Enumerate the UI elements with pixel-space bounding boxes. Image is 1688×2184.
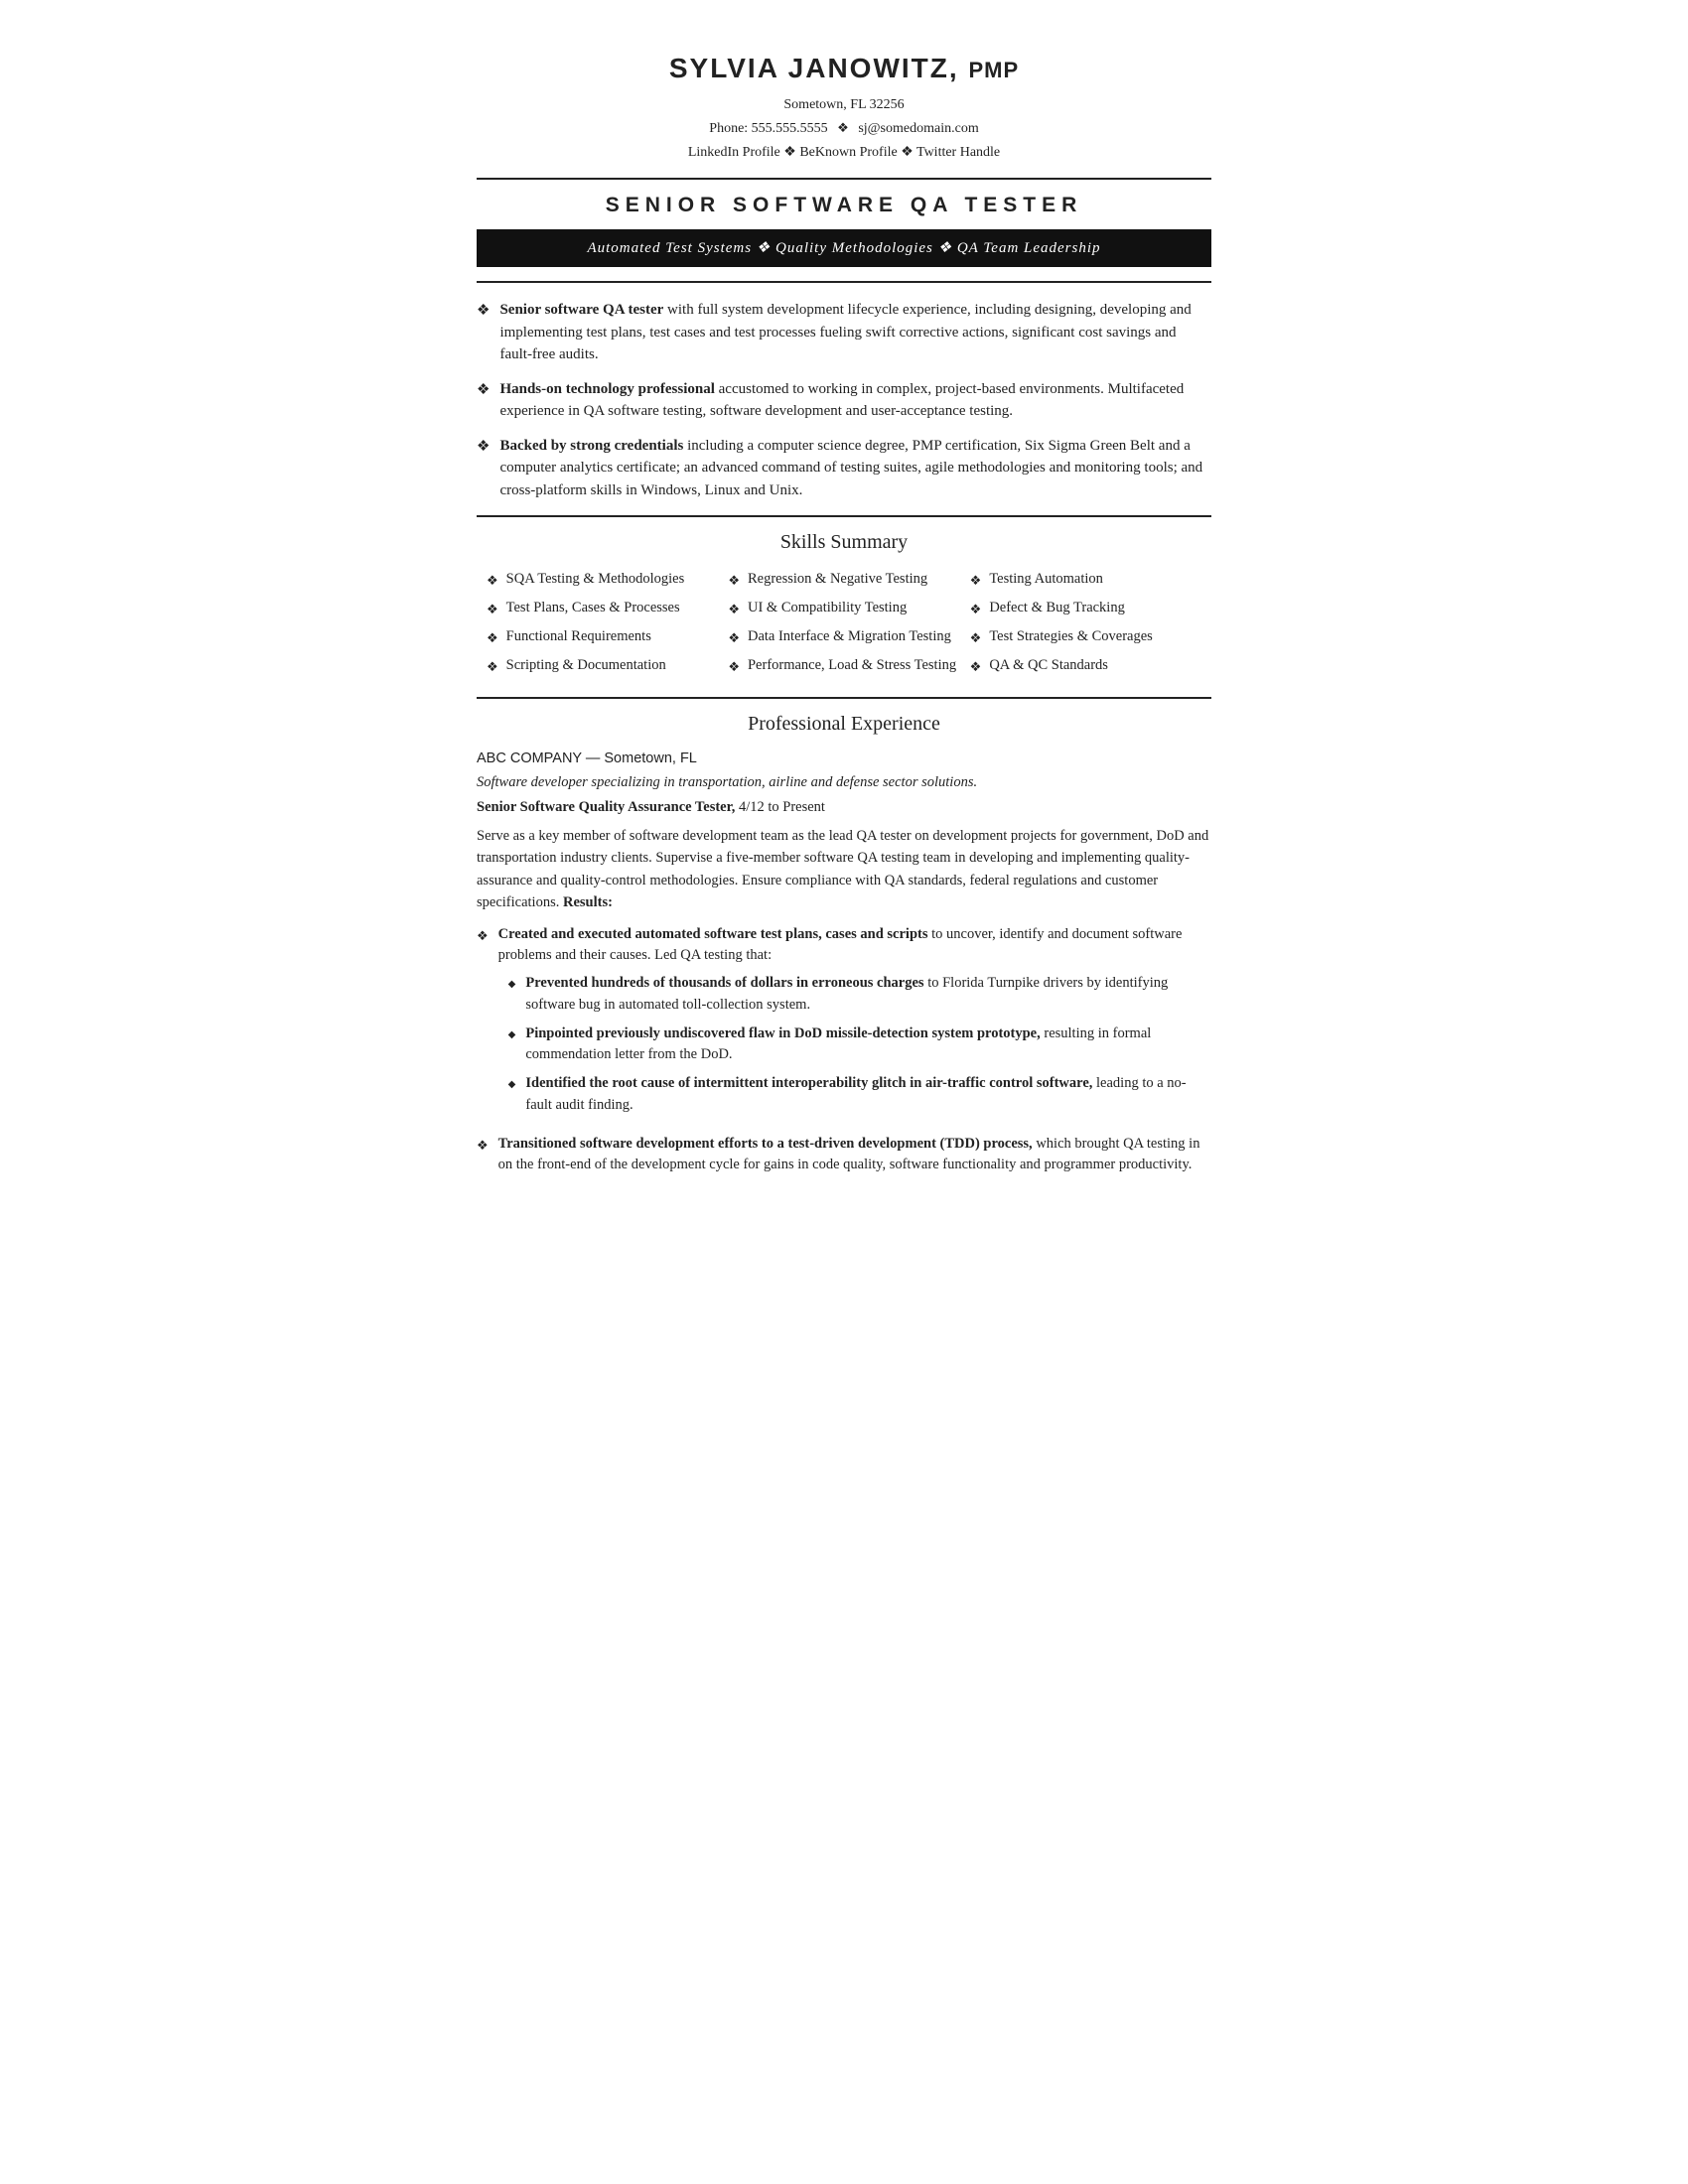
exp-bullet-1-bold: Created and executed automated software … <box>498 926 928 942</box>
skill-item-1-1: ❖SQA Testing & Methodologies <box>487 569 718 591</box>
skill-item-1-4: ❖Scripting & Documentation <box>487 655 718 677</box>
company-name: ABC COMPANY — Sometown, FL <box>477 749 1211 770</box>
skill-item-2-4: ❖Performance, Load & Stress Testing <box>728 655 959 677</box>
skill-item-1-3: ❖Functional Requirements <box>487 626 718 648</box>
diamond-icon: ❖ <box>487 571 498 591</box>
header-name: SYLVIA JANOWITZ, PMP <box>477 48 1211 89</box>
summary-item-3: ❖ Backed by strong credentials including… <box>477 435 1211 502</box>
header-links: LinkedIn Profile ❖ BeKnown Profile ❖ Twi… <box>477 141 1211 165</box>
sub-bullets: ◆ Prevented hundreds of thousands of dol… <box>508 973 1211 1117</box>
diamond-icon: ❖ <box>728 600 740 619</box>
sub-diamond-icon: ◆ <box>508 1077 516 1092</box>
summary-bold-3: Backed by strong credentials <box>499 438 683 454</box>
exp-bullet-1: ❖ Created and executed automated softwar… <box>477 924 1211 1124</box>
skill-item-2-2: ❖UI & Compatibility Testing <box>728 598 959 619</box>
main-title: SENIOR SOFTWARE QA TESTER <box>477 190 1211 221</box>
exp-rule-top <box>477 697 1211 699</box>
sub-bold-1: Prevented hundreds of thousands of dolla… <box>525 975 923 991</box>
summary-item-2: ❖ Hands-on technology professional accus… <box>477 378 1211 423</box>
skills-rule-top <box>477 515 1211 517</box>
sub-bullet-2: ◆ Pinpointed previously undiscovered fla… <box>508 1024 1211 1067</box>
summary-section: ❖ Senior software QA tester with full sy… <box>477 299 1211 501</box>
skills-title: Skills Summary <box>477 527 1211 557</box>
diamond-icon-1: ❖ <box>477 300 490 323</box>
diamond-icon: ❖ <box>487 600 498 619</box>
resume-header: SYLVIA JANOWITZ, PMP Sometown, FL 32256 … <box>477 48 1211 164</box>
job-date: 4/12 to Present <box>735 799 825 815</box>
exp-bullet-2-bold: Transitioned software development effort… <box>498 1136 1033 1152</box>
skill-item-3-2: ❖Defect & Bug Tracking <box>970 598 1201 619</box>
skills-col-1: ❖SQA Testing & Methodologies ❖Test Plans… <box>487 569 718 683</box>
skills-section: Skills Summary ❖SQA Testing & Methodolog… <box>477 527 1211 683</box>
diamond-icon: ❖ <box>477 926 489 946</box>
section-title-block: SENIOR SOFTWARE QA TESTER <box>477 190 1211 221</box>
experience-bullets: ❖ Created and executed automated softwar… <box>477 924 1211 1177</box>
results-label: Results: <box>563 894 613 910</box>
diamond-icon: ❖ <box>728 628 740 648</box>
sub-diamond-icon: ◆ <box>508 977 516 992</box>
diamond-icon: ❖ <box>487 657 498 677</box>
header-address: Sometown, FL 32256 <box>477 93 1211 117</box>
summary-item-1: ❖ Senior software QA tester with full sy… <box>477 299 1211 366</box>
diamond-icon-3: ❖ <box>477 436 490 459</box>
summary-bold-1: Senior software QA tester <box>499 302 663 318</box>
skill-item-2-1: ❖Regression & Negative Testing <box>728 569 959 591</box>
sub-bold-2: Pinpointed previously undiscovered flaw … <box>525 1025 1040 1041</box>
diamond-icon: ❖ <box>970 628 982 648</box>
sub-bold-3: Identified the root cause of intermitten… <box>525 1075 1092 1091</box>
skills-grid: ❖SQA Testing & Methodologies ❖Test Plans… <box>477 569 1211 683</box>
job-title: Senior Software Quality Assurance Tester… <box>477 799 735 815</box>
summary-rule-top <box>477 281 1211 283</box>
header-rule-top <box>477 178 1211 180</box>
skill-item-3-3: ❖Test Strategies & Coverages <box>970 626 1201 648</box>
summary-bold-2: Hands-on technology professional <box>499 381 714 397</box>
diamond-icon: ❖ <box>487 628 498 648</box>
exp-title: Professional Experience <box>477 709 1211 739</box>
title-banner: Automated Test Systems ❖ Quality Methodo… <box>477 229 1211 268</box>
diamond-icon: ❖ <box>728 657 740 677</box>
header-contact: Sometown, FL 32256 Phone: 555.555.5555 ❖… <box>477 93 1211 164</box>
sub-diamond-icon: ◆ <box>508 1027 516 1042</box>
skill-item-3-4: ❖QA & QC Standards <box>970 655 1201 677</box>
diamond-icon: ❖ <box>477 1136 489 1156</box>
sub-bullet-1: ◆ Prevented hundreds of thousands of dol… <box>508 973 1211 1017</box>
skill-item-3-1: ❖Testing Automation <box>970 569 1201 591</box>
header-phone-line: Phone: 555.555.5555 ❖ sj@somedomain.com <box>477 117 1211 141</box>
diamond-icon-2: ❖ <box>477 379 490 402</box>
job-title-line: Senior Software Quality Assurance Tester… <box>477 797 1211 819</box>
diamond-icon: ❖ <box>970 600 982 619</box>
skill-item-1-2: ❖Test Plans, Cases & Processes <box>487 598 718 619</box>
exp-bullet-2: ❖ Transitioned software development effo… <box>477 1134 1211 1177</box>
diamond-icon: ❖ <box>970 571 982 591</box>
job-description: Serve as a key member of software develo… <box>477 825 1211 914</box>
diamond-icon: ❖ <box>728 571 740 591</box>
company-desc: Software developer specializing in trans… <box>477 772 1211 794</box>
diamond-icon: ❖ <box>970 657 982 677</box>
skill-item-2-3: ❖Data Interface & Migration Testing <box>728 626 959 648</box>
skills-col-3: ❖Testing Automation ❖Defect & Bug Tracki… <box>970 569 1201 683</box>
skills-col-2: ❖Regression & Negative Testing ❖UI & Com… <box>728 569 959 683</box>
experience-section: Professional Experience ABC COMPANY — So… <box>477 709 1211 1176</box>
sub-bullet-3: ◆ Identified the root cause of intermitt… <box>508 1073 1211 1117</box>
